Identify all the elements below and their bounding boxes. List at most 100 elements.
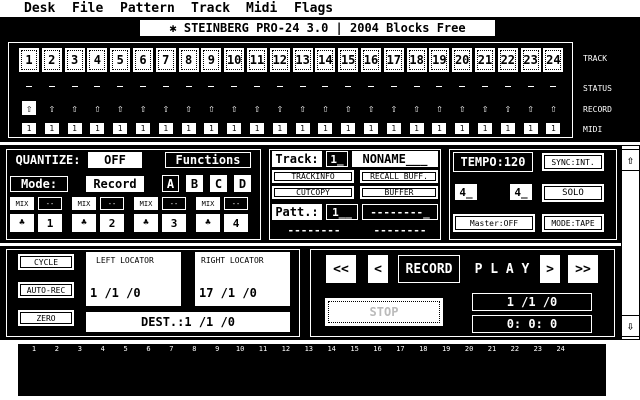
destination-display[interactable]: DEST.:1 /1 /0 bbox=[86, 312, 290, 332]
record-arm-7[interactable]: ⇧ bbox=[159, 101, 173, 115]
group-number-2[interactable]: 2 bbox=[100, 214, 124, 232]
cutcopy-button[interactable]: CUTCOPY bbox=[272, 186, 354, 199]
sync-button[interactable]: SYNC:INT. bbox=[542, 153, 604, 171]
func-b-button[interactable]: B bbox=[186, 175, 203, 192]
track-number[interactable]: 1_ bbox=[326, 151, 348, 167]
midi-channel-15[interactable]: 1 bbox=[341, 123, 356, 134]
master-button[interactable]: Master:OFF bbox=[453, 214, 535, 232]
midi-channel-6[interactable]: 1 bbox=[136, 123, 150, 134]
record-button[interactable]: RECORD bbox=[398, 255, 460, 283]
pin-icon-4[interactable]: ♣ bbox=[196, 214, 220, 232]
track-name[interactable]: NONAME___ bbox=[352, 151, 438, 167]
record-arm-11[interactable]: ⇧ bbox=[250, 101, 264, 115]
record-arm-12[interactable]: ⇧ bbox=[273, 101, 287, 115]
midi-channel-16[interactable]: 1 bbox=[364, 123, 378, 134]
record-arm-9[interactable]: ⇧ bbox=[204, 101, 218, 115]
mode-tape-button[interactable]: MODE:TAPE bbox=[542, 214, 604, 232]
record-arm-16[interactable]: ⇧ bbox=[364, 101, 378, 115]
record-arm-22[interactable]: ⇧ bbox=[501, 101, 515, 115]
record-arm-6[interactable]: ⇧ bbox=[136, 101, 150, 115]
record-arm-13[interactable]: ⇧ bbox=[296, 101, 310, 115]
track-button-6[interactable]: 6 bbox=[133, 48, 153, 72]
record-arm-17[interactable]: ⇧ bbox=[387, 101, 401, 115]
midi-channel-7[interactable]: 1 bbox=[158, 123, 173, 134]
record-arm-10[interactable]: ⇧ bbox=[227, 101, 241, 115]
mix-button-3[interactable]: MIX bbox=[134, 197, 158, 210]
track-button-15[interactable]: 15 bbox=[338, 48, 359, 72]
track-button-20[interactable]: 20 bbox=[452, 48, 473, 72]
track-button-9[interactable]: 9 bbox=[201, 48, 222, 72]
record-arm-14[interactable]: ⇧ bbox=[318, 101, 332, 115]
midi-channel-11[interactable]: 1 bbox=[250, 123, 264, 134]
record-arm-3[interactable]: ⇧ bbox=[68, 101, 82, 115]
record-arm-4[interactable]: ⇧ bbox=[90, 101, 104, 115]
record-arm-24[interactable]: ⇧ bbox=[546, 101, 560, 115]
record-arm-8[interactable]: ⇧ bbox=[182, 101, 196, 115]
menu-file[interactable]: File bbox=[72, 1, 103, 16]
record-arm-18[interactable]: ⇧ bbox=[410, 101, 424, 115]
signature-numerator[interactable]: 4_ bbox=[455, 184, 477, 200]
track-button-16[interactable]: 16 bbox=[361, 48, 381, 72]
record-arm-23[interactable]: ⇧ bbox=[524, 101, 538, 115]
mix-button-2[interactable]: MIX bbox=[72, 197, 96, 210]
signature-denominator[interactable]: 4_ bbox=[510, 184, 532, 200]
track-button-22[interactable]: 22 bbox=[497, 48, 518, 72]
midi-channel-20[interactable]: 1 bbox=[455, 123, 470, 134]
pin-icon-3[interactable]: ♣ bbox=[134, 214, 158, 232]
midi-channel-10[interactable]: 1 bbox=[227, 123, 242, 134]
menu-pattern[interactable]: Pattern bbox=[120, 1, 175, 16]
tempo-display[interactable]: TEMPO:120 bbox=[453, 152, 533, 172]
mode-value[interactable]: Record bbox=[86, 176, 144, 192]
quantize-value[interactable]: OFF bbox=[88, 152, 142, 168]
track-button-21[interactable]: 21 bbox=[475, 48, 495, 72]
track-button-3[interactable]: 3 bbox=[64, 48, 85, 72]
midi-channel-1[interactable]: 1 bbox=[22, 123, 36, 134]
record-arm-2[interactable]: ⇧ bbox=[45, 101, 59, 115]
group-number-3[interactable]: 3 bbox=[162, 214, 186, 232]
midi-channel-24[interactable]: 1 bbox=[546, 123, 561, 134]
fast-rewind-button[interactable]: << bbox=[326, 255, 356, 283]
midi-channel-18[interactable]: 1 bbox=[409, 123, 424, 134]
func-a-button[interactable]: A bbox=[162, 175, 179, 192]
record-arm-21[interactable]: ⇧ bbox=[478, 101, 492, 115]
scroll-down-button[interactable]: ⇩ bbox=[621, 315, 640, 337]
menu-desk[interactable]: Desk bbox=[24, 1, 55, 16]
track-button-1[interactable]: 1 bbox=[19, 48, 39, 72]
buffer-button[interactable]: BUFFER bbox=[360, 186, 438, 199]
track-button-18[interactable]: 18 bbox=[406, 48, 427, 72]
rewind-button[interactable]: < bbox=[368, 255, 388, 283]
cycle-button[interactable]: CYCLE bbox=[18, 254, 74, 270]
midi-channel-13[interactable]: 1 bbox=[295, 123, 310, 134]
recall-buffer-button[interactable]: RECALL BUFF. bbox=[360, 170, 438, 183]
midi-channel-5[interactable]: 1 bbox=[113, 123, 128, 134]
track-button-4[interactable]: 4 bbox=[87, 48, 108, 72]
record-arm-5[interactable]: ⇧ bbox=[113, 101, 127, 115]
record-arm-20[interactable]: ⇧ bbox=[455, 101, 469, 115]
track-button-10[interactable]: 10 bbox=[224, 48, 245, 72]
track-button-23[interactable]: 23 bbox=[520, 48, 541, 72]
track-button-8[interactable]: 8 bbox=[178, 48, 199, 72]
func-d-button[interactable]: D bbox=[234, 175, 251, 192]
midi-channel-9[interactable]: 1 bbox=[204, 123, 219, 134]
record-arm-1[interactable]: ⇧ bbox=[22, 101, 36, 115]
group-number-1[interactable]: 1 bbox=[38, 214, 62, 232]
track-button-17[interactable]: 17 bbox=[383, 48, 404, 72]
mix-button-1[interactable]: MIX bbox=[10, 197, 34, 210]
midi-channel-22[interactable]: 1 bbox=[500, 123, 515, 134]
solo-button[interactable]: SOLO bbox=[542, 184, 604, 202]
track-button-7[interactable]: 7 bbox=[155, 48, 176, 72]
midi-channel-2[interactable]: 1 bbox=[44, 123, 59, 134]
menu-midi[interactable]: Midi bbox=[246, 1, 277, 16]
forward-button[interactable]: > bbox=[540, 255, 560, 283]
record-arm-19[interactable]: ⇧ bbox=[432, 101, 446, 115]
menu-track[interactable]: Track bbox=[191, 1, 230, 16]
track-button-5[interactable]: 5 bbox=[110, 48, 131, 72]
play-button[interactable]: P L A Y bbox=[470, 255, 534, 283]
scrollbar-track[interactable] bbox=[621, 145, 640, 340]
midi-channel-17[interactable]: 1 bbox=[386, 123, 401, 134]
midi-channel-19[interactable]: 1 bbox=[432, 123, 447, 134]
midi-channel-12[interactable]: 1 bbox=[272, 123, 287, 134]
midi-channel-23[interactable]: 1 bbox=[523, 123, 538, 134]
group-number-4[interactable]: 4 bbox=[224, 214, 248, 232]
midi-channel-4[interactable]: 1 bbox=[90, 123, 105, 134]
